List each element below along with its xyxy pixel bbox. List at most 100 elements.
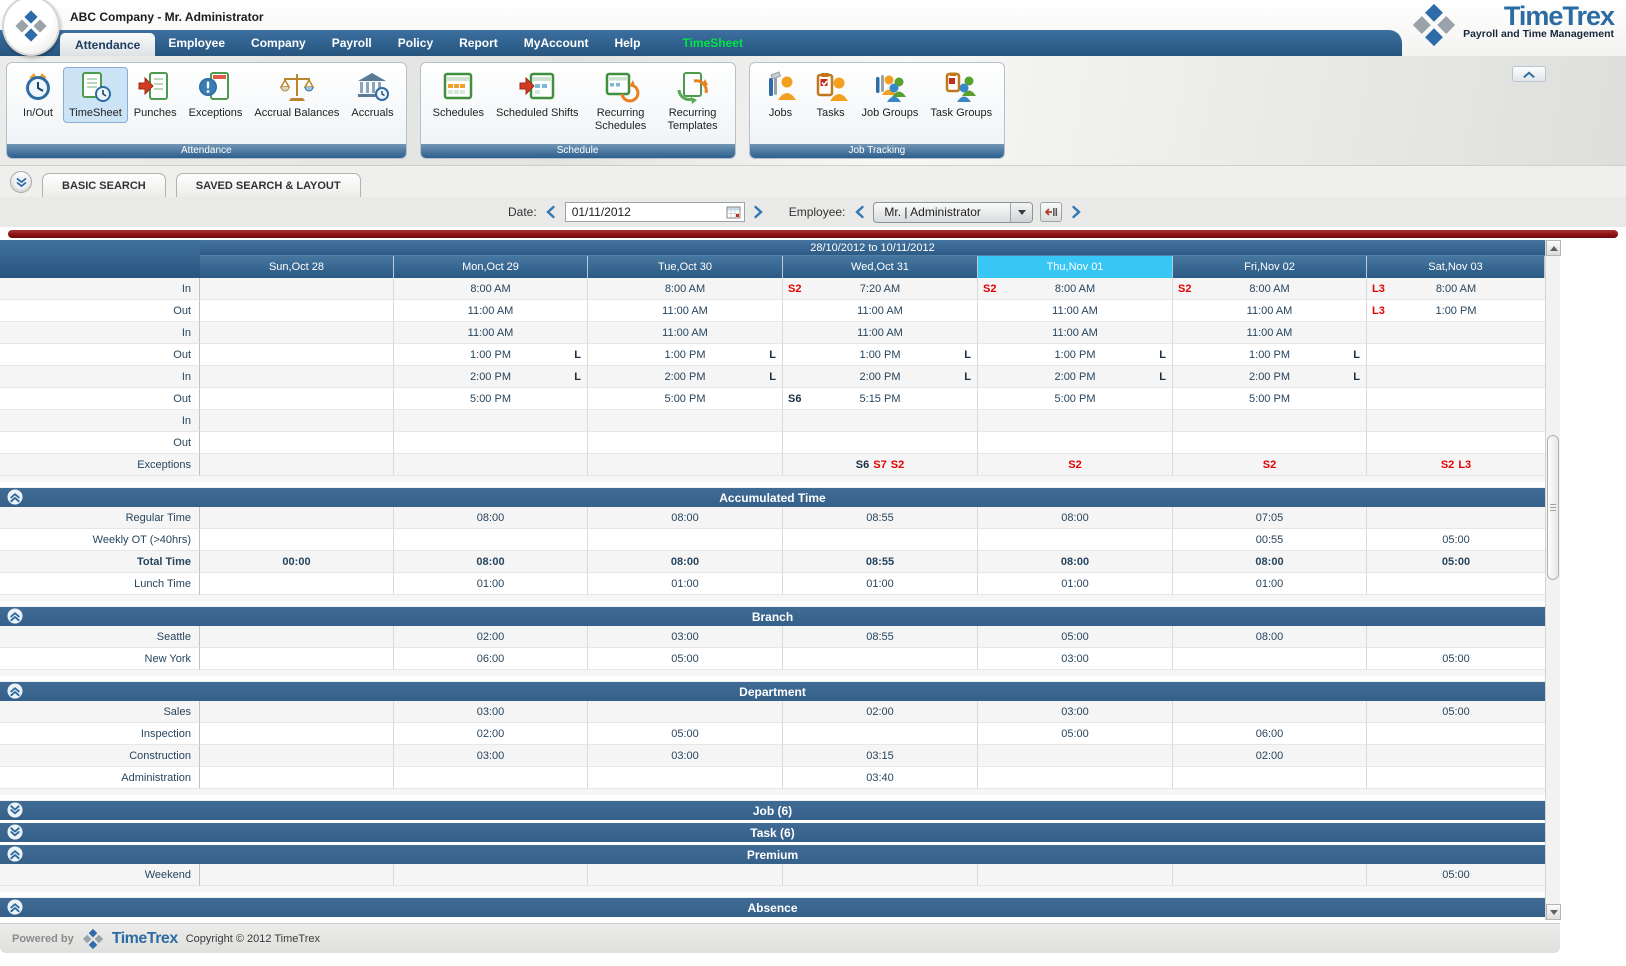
punch-cell[interactable] xyxy=(978,410,1173,432)
menu-item-report[interactable]: Report xyxy=(446,30,511,56)
menu-item-help[interactable]: Help xyxy=(601,30,653,56)
punch-cell[interactable]: 11:00 AM xyxy=(1173,322,1367,344)
punch-cell[interactable]: 11:00 AM xyxy=(978,300,1173,322)
punch-cell[interactable]: 11:00 AM xyxy=(1173,300,1367,322)
punch-cell[interactable] xyxy=(588,410,783,432)
punch-cell[interactable]: S27:20 AM xyxy=(783,278,978,300)
punch-cell[interactable] xyxy=(1367,388,1545,410)
punch-cell[interactable] xyxy=(394,410,588,432)
menu-item-policy[interactable]: Policy xyxy=(385,30,446,56)
punch-cell[interactable]: 11:00 AM xyxy=(978,322,1173,344)
punch-cell[interactable]: 1:00 PML xyxy=(394,344,588,366)
day-header-0[interactable]: Sun,Oct 28 xyxy=(200,256,394,278)
exception-cell[interactable] xyxy=(588,454,783,476)
section-collapse-button[interactable] xyxy=(7,824,23,840)
punch-cell[interactable]: 1:00 PML xyxy=(588,344,783,366)
punch-cell[interactable] xyxy=(200,366,394,388)
tab-saved-search-layout[interactable]: SAVED SEARCH & LAYOUT xyxy=(176,173,361,197)
punch-cell[interactable]: 1:00 PML xyxy=(1173,344,1367,366)
day-header-6[interactable]: Sat,Nov 03 xyxy=(1367,256,1545,278)
punch-cell[interactable]: 8:00 AM xyxy=(394,278,588,300)
punch-cell[interactable]: 11:00 AM xyxy=(588,300,783,322)
section-collapse-button[interactable] xyxy=(7,683,23,699)
search-panel-collapse-button[interactable] xyxy=(10,171,32,193)
ribbon-collapse-button[interactable] xyxy=(1512,66,1546,82)
punch-cell[interactable]: 2:00 PML xyxy=(588,366,783,388)
punch-cell[interactable]: 11:00 AM xyxy=(783,300,978,322)
section-collapse-button[interactable] xyxy=(7,899,23,915)
punch-cell[interactable]: 5:00 PM xyxy=(1173,388,1367,410)
scrollbar-thumb[interactable] xyxy=(1547,435,1559,580)
ribbon-item-exceptions[interactable]: Exceptions xyxy=(183,67,249,123)
ribbon-item-timesheet[interactable]: TimeSheet xyxy=(63,67,128,123)
punch-cell[interactable] xyxy=(783,410,978,432)
exception-cell[interactable]: S2 xyxy=(1173,454,1367,476)
calendar-icon[interactable] xyxy=(726,205,741,222)
punch-cell[interactable] xyxy=(200,388,394,410)
ribbon-item-schedules[interactable]: Schedules xyxy=(427,67,490,123)
punch-cell[interactable]: 2:00 PML xyxy=(783,366,978,388)
date-input[interactable] xyxy=(565,202,745,222)
punch-cell[interactable]: L31:00 PM xyxy=(1367,300,1545,322)
punch-cell[interactable]: 11:00 AM xyxy=(394,322,588,344)
menu-item-payroll[interactable]: Payroll xyxy=(319,30,385,56)
punch-cell[interactable] xyxy=(1367,322,1545,344)
punch-cell[interactable] xyxy=(1173,432,1367,454)
employee-jump-button[interactable] xyxy=(1040,202,1062,222)
day-header-1[interactable]: Mon,Oct 29 xyxy=(394,256,588,278)
menu-item-company[interactable]: Company xyxy=(238,30,319,56)
punch-cell[interactable] xyxy=(394,432,588,454)
punch-cell[interactable]: 2:00 PML xyxy=(394,366,588,388)
scroll-down-button[interactable] xyxy=(1546,904,1561,920)
exception-cell[interactable]: S6S7S2 xyxy=(783,454,978,476)
ribbon-item-tasks[interactable]: Tasks xyxy=(806,67,856,123)
punch-cell[interactable] xyxy=(1367,344,1545,366)
employee-prev-button[interactable] xyxy=(852,203,866,221)
punch-cell[interactable]: 1:00 PML xyxy=(978,344,1173,366)
punch-cell[interactable] xyxy=(200,300,394,322)
ribbon-item-accrual-balances[interactable]: Accrual Balances xyxy=(248,67,345,123)
section-collapse-button[interactable] xyxy=(7,489,23,505)
menu-item-employee[interactable]: Employee xyxy=(155,30,238,56)
scroll-up-button[interactable] xyxy=(1546,240,1561,256)
punch-cell[interactable] xyxy=(200,410,394,432)
punch-cell[interactable]: 8:00 AM xyxy=(588,278,783,300)
exception-cell[interactable] xyxy=(394,454,588,476)
tab-basic-search[interactable]: BASIC SEARCH xyxy=(42,173,166,197)
punch-cell[interactable]: 5:00 PM xyxy=(588,388,783,410)
punch-cell[interactable]: 5:00 PM xyxy=(978,388,1173,410)
exception-cell[interactable]: S2 xyxy=(978,454,1173,476)
ribbon-item-scheduled-shifts[interactable]: Scheduled Shifts xyxy=(490,67,585,123)
punch-cell[interactable] xyxy=(200,322,394,344)
employee-next-button[interactable] xyxy=(1069,203,1083,221)
ribbon-item-in-out[interactable]: In/Out xyxy=(13,67,63,123)
punch-cell[interactable] xyxy=(200,344,394,366)
menu-item-timesheet[interactable]: TimeSheet xyxy=(669,30,755,56)
date-prev-button[interactable] xyxy=(544,203,558,221)
menu-item-myaccount[interactable]: MyAccount xyxy=(511,30,602,56)
date-next-button[interactable] xyxy=(752,203,766,221)
punch-cell[interactable] xyxy=(200,432,394,454)
employee-select[interactable]: Mr. | Administrator xyxy=(873,202,1033,223)
punch-cell[interactable] xyxy=(1367,366,1545,388)
ribbon-item-jobs[interactable]: Jobs xyxy=(756,67,806,123)
vertical-scrollbar[interactable] xyxy=(1545,240,1560,920)
punch-cell[interactable] xyxy=(1173,410,1367,432)
ribbon-item-recurring-schedules[interactable]: Recurring Schedules xyxy=(585,67,657,136)
section-collapse-button[interactable] xyxy=(7,802,23,818)
punch-cell[interactable]: S65:15 PM xyxy=(783,388,978,410)
day-header-4[interactable]: Thu,Nov 01 xyxy=(978,256,1173,278)
punch-cell[interactable]: 1:00 PML xyxy=(783,344,978,366)
day-header-5[interactable]: Fri,Nov 02 xyxy=(1173,256,1367,278)
punch-cell[interactable] xyxy=(1367,432,1545,454)
punch-cell[interactable] xyxy=(978,432,1173,454)
section-collapse-button[interactable] xyxy=(7,608,23,624)
punch-cell[interactable] xyxy=(200,278,394,300)
day-header-3[interactable]: Wed,Oct 31 xyxy=(783,256,978,278)
punch-cell[interactable] xyxy=(1367,410,1545,432)
section-collapse-button[interactable] xyxy=(7,846,23,862)
menu-item-attendance[interactable]: Attendance xyxy=(60,33,155,56)
ribbon-item-task-groups[interactable]: Task Groups xyxy=(924,67,998,123)
ribbon-item-recurring-templates[interactable]: Recurring Templates xyxy=(657,67,729,136)
exception-cell[interactable]: S2L3 xyxy=(1367,454,1545,476)
